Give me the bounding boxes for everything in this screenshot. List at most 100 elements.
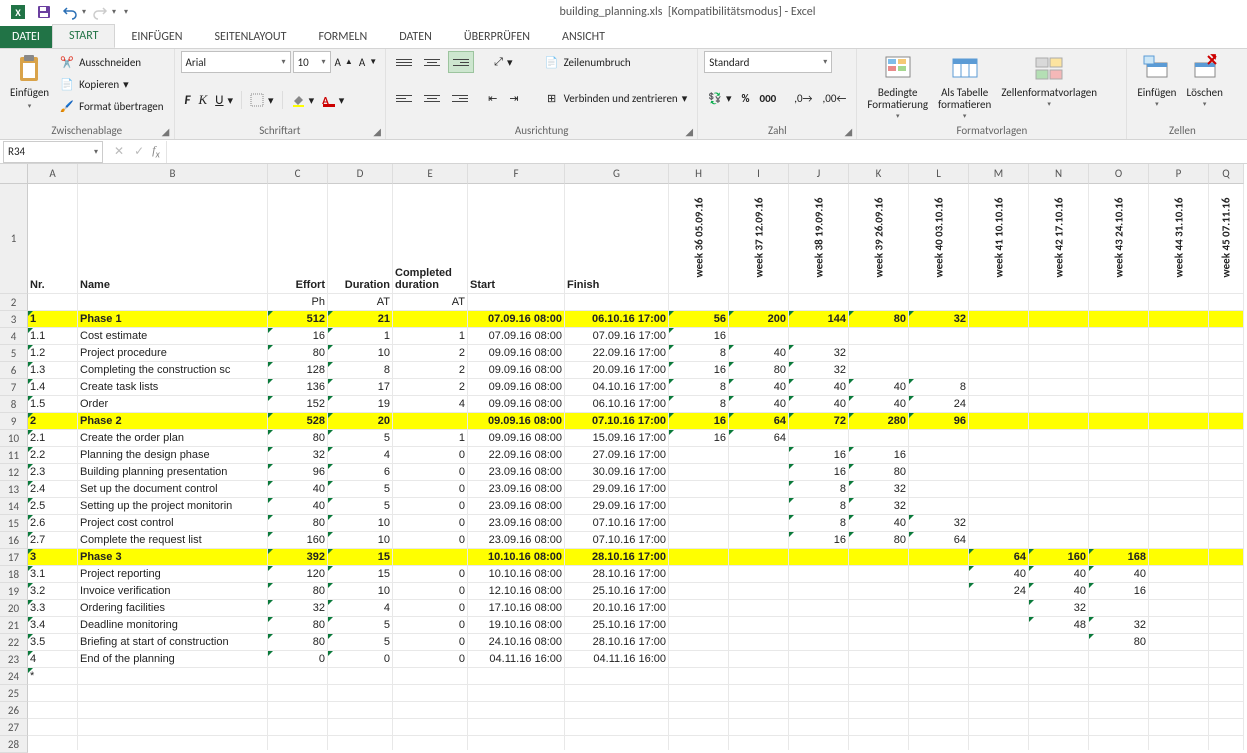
redo-dropdown[interactable]: ▾ xyxy=(112,7,116,17)
row-header[interactable]: 13 xyxy=(0,481,28,498)
row-header[interactable]: 18 xyxy=(0,566,28,583)
number-launcher[interactable]: ◢ xyxy=(842,125,854,137)
header-name[interactable]: Name xyxy=(78,184,268,294)
header-week[interactable]: week 44 31.10.16 xyxy=(1149,184,1209,294)
bold-button[interactable]: F xyxy=(181,89,195,111)
header-week[interactable]: week 43 24.10.16 xyxy=(1089,184,1149,294)
name-box[interactable]: R34▾ xyxy=(3,141,103,163)
column-header[interactable]: B xyxy=(78,164,268,184)
column-header[interactable]: O xyxy=(1089,164,1149,184)
header-effort[interactable]: Effort xyxy=(268,184,328,294)
row-header[interactable]: 5 xyxy=(0,345,28,362)
percent-format-button[interactable]: % xyxy=(737,87,753,109)
tab-einfuegen[interactable]: EINFÜGEN xyxy=(115,26,198,48)
clipboard-launcher[interactable]: ◢ xyxy=(160,125,172,137)
redo-button[interactable] xyxy=(88,1,112,23)
header-week[interactable]: week 37 12.09.16 xyxy=(729,184,789,294)
column-header[interactable]: N xyxy=(1029,164,1089,184)
column-header[interactable]: I xyxy=(729,164,789,184)
header-week[interactable]: week 41 10.10.16 xyxy=(969,184,1029,294)
row-header[interactable]: 24 xyxy=(0,668,28,685)
accounting-format-button[interactable]: 💱▾ xyxy=(704,87,735,109)
align-middle-button[interactable] xyxy=(420,51,444,73)
column-header[interactable]: H xyxy=(669,164,729,184)
column-header[interactable]: Q xyxy=(1209,164,1244,184)
row-header[interactable]: 22 xyxy=(0,634,28,651)
tab-formeln[interactable]: FORMELN xyxy=(302,26,383,48)
cut-button[interactable]: ✂️Ausschneiden xyxy=(55,51,167,73)
row-header[interactable]: 3 xyxy=(0,311,28,328)
thousands-format-button[interactable]: 000 xyxy=(756,87,781,109)
row-header[interactable]: 27 xyxy=(0,719,28,736)
row-header[interactable]: 10 xyxy=(0,430,28,447)
row-header[interactable]: 1 xyxy=(0,184,28,294)
column-header[interactable]: E xyxy=(393,164,468,184)
row-header[interactable]: 15 xyxy=(0,515,28,532)
font-color-button[interactable]: A▾ xyxy=(318,89,348,111)
header-completed[interactable]: Completed duration xyxy=(393,184,468,294)
align-center-button[interactable] xyxy=(420,87,444,109)
paste-button[interactable]: Einfügen▾ xyxy=(6,51,53,114)
italic-button[interactable]: K xyxy=(195,89,212,111)
row-header[interactable]: 20 xyxy=(0,600,28,617)
format-painter-button[interactable]: 🖌️Format übertragen xyxy=(55,95,167,117)
row-header[interactable]: 25 xyxy=(0,685,28,702)
row-header[interactable]: 21 xyxy=(0,617,28,634)
undo-button[interactable] xyxy=(58,1,82,23)
row-header[interactable]: 11 xyxy=(0,447,28,464)
undo-dropdown[interactable]: ▾ xyxy=(82,7,86,17)
row-header[interactable]: 17 xyxy=(0,549,28,566)
underline-button[interactable]: U▾ xyxy=(211,89,237,111)
column-header[interactable]: G xyxy=(565,164,669,184)
column-header[interactable]: L xyxy=(909,164,969,184)
header-week[interactable]: week 42 17.10.16 xyxy=(1029,184,1089,294)
tab-ueberpruefen[interactable]: ÜBERPRÜFEN xyxy=(448,26,546,48)
row-header[interactable]: 9 xyxy=(0,413,28,430)
align-left-button[interactable] xyxy=(392,87,416,109)
fx-icon[interactable]: fx xyxy=(152,143,166,160)
column-header[interactable]: A xyxy=(28,164,78,184)
orientation-button[interactable]: ⤢▾ xyxy=(490,51,516,73)
row-header[interactable]: 23 xyxy=(0,651,28,668)
font-size-select[interactable]: 10▾ xyxy=(293,51,331,73)
formula-input[interactable] xyxy=(166,141,1247,163)
row-header[interactable]: 4 xyxy=(0,328,28,345)
insert-cells-button[interactable]: Einfügen▾ xyxy=(1133,51,1180,110)
decrease-font-button[interactable]: A▼ xyxy=(357,51,379,73)
row-header[interactable]: 7 xyxy=(0,379,28,396)
column-header[interactable]: J xyxy=(789,164,849,184)
cell-styles-button[interactable]: Zellenformatvorlagen▾ xyxy=(997,51,1101,110)
row-header[interactable]: 19 xyxy=(0,583,28,600)
header-finish[interactable]: Finish xyxy=(565,184,669,294)
row-header[interactable]: 14 xyxy=(0,498,28,515)
column-header[interactable]: P xyxy=(1149,164,1209,184)
copy-button[interactable]: 📄Kopieren ▾ xyxy=(55,73,167,95)
header-week[interactable]: week 45 07.11.16 xyxy=(1209,184,1244,294)
align-bottom-button[interactable] xyxy=(448,51,474,73)
tab-ansicht[interactable]: ANSICHT xyxy=(546,26,621,48)
header-week[interactable]: week 39 26.09.16 xyxy=(849,184,909,294)
column-header[interactable]: M xyxy=(969,164,1029,184)
row-header[interactable]: 28 xyxy=(0,736,28,753)
number-format-select[interactable]: Standard▾ xyxy=(704,51,832,73)
row-header[interactable]: 6 xyxy=(0,362,28,379)
header-nr[interactable]: Nr. xyxy=(28,184,78,294)
select-all-corner[interactable] xyxy=(0,164,28,184)
format-as-table-button[interactable]: Als Tabelle formatieren▾ xyxy=(934,51,995,122)
row-header[interactable]: 16 xyxy=(0,532,28,549)
save-button[interactable] xyxy=(32,1,56,23)
decrease-indent-button[interactable]: ⇤ xyxy=(484,87,501,109)
tab-daten[interactable]: DATEN xyxy=(383,26,448,48)
header-start[interactable]: Start xyxy=(468,184,565,294)
merge-center-button[interactable]: ⊞Verbinden und zentrieren ▾ xyxy=(540,87,692,109)
wrap-text-button[interactable]: 📄Zeilenumbruch xyxy=(540,51,692,73)
header-week[interactable]: week 40 03.10.16 xyxy=(909,184,969,294)
column-header[interactable]: D xyxy=(328,164,393,184)
conditional-format-button[interactable]: Bedingte Formatierung▾ xyxy=(863,51,932,122)
row-header[interactable]: 12 xyxy=(0,464,28,481)
header-week[interactable]: week 36 05.09.16 xyxy=(669,184,729,294)
align-top-button[interactable] xyxy=(392,51,416,73)
row-header[interactable]: 26 xyxy=(0,702,28,719)
tab-datei[interactable]: DATEI xyxy=(0,26,52,48)
header-week[interactable]: week 38 19.09.16 xyxy=(789,184,849,294)
